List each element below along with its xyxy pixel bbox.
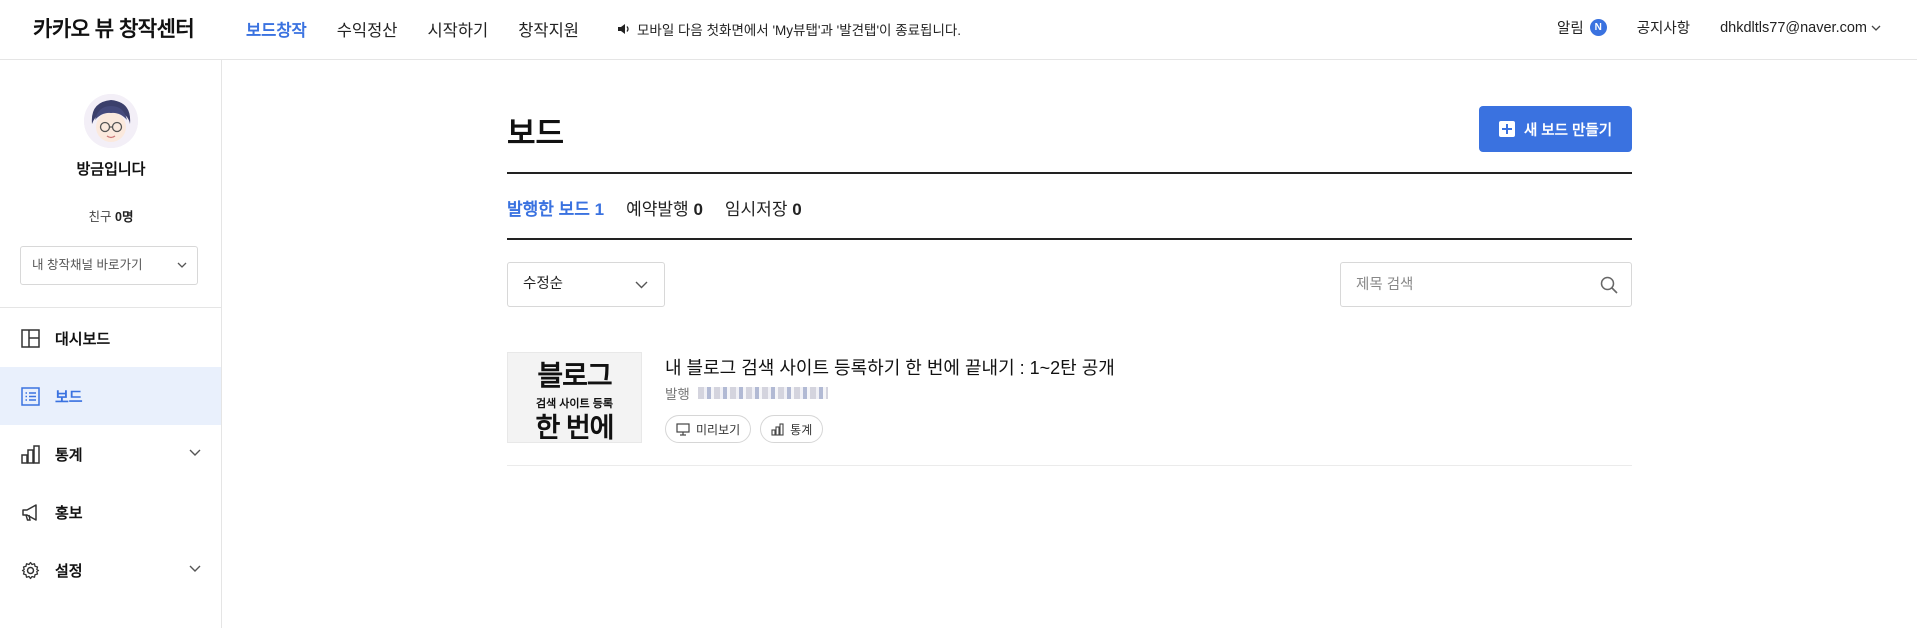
- tab-label: 예약발행: [626, 200, 689, 219]
- board-meta: 발행: [665, 383, 828, 403]
- speaker-icon: [618, 24, 629, 34]
- alarm-button[interactable]: 알림 N: [1557, 17, 1607, 38]
- logo[interactable]: 카카오 뷰 창작센터: [33, 13, 195, 43]
- redacted-date: [697, 387, 828, 399]
- sidebar-item-stats[interactable]: 통계: [0, 425, 221, 483]
- sidebar-item-label: 통계: [55, 446, 83, 464]
- sidebar-item-promotion[interactable]: 홍보: [0, 483, 221, 541]
- plus-square-icon: [1498, 121, 1515, 137]
- preview-button[interactable]: 미리보기: [665, 415, 752, 443]
- stats-button[interactable]: 통계: [760, 415, 824, 443]
- friends-label: 친구: [88, 210, 112, 224]
- search-input[interactable]: [1341, 263, 1581, 306]
- sidebar-item-label: 보드: [55, 388, 83, 406]
- notice-banner[interactable]: 모바일 다음 첫화면에서 'My뷰탭'과 '발견탭'이 종료됩니다.: [617, 19, 961, 39]
- nav-board-create[interactable]: 보드창작: [246, 17, 307, 41]
- sort-select[interactable]: 수정순: [507, 262, 665, 307]
- notice-link[interactable]: 공지사항: [1637, 17, 1690, 38]
- new-board-button[interactable]: 새 보드 만들기: [1479, 106, 1632, 152]
- preview-label: 미리보기: [696, 422, 741, 437]
- nav-revenue[interactable]: 수익정산: [337, 17, 398, 41]
- header-utility: 알림 N 공지사항 dhkdltls77@naver.com: [1557, 17, 1881, 38]
- top-header: 카카오 뷰 창작센터 보드창작 수익정산 시작하기 창작지원 모바일 다음 첫화…: [0, 0, 1917, 60]
- chevron-down-icon: [1871, 25, 1881, 31]
- chevron-down-icon[interactable]: [189, 565, 201, 572]
- sidebar-item-label: 설정: [55, 562, 83, 580]
- sidebar-divider: [0, 307, 221, 308]
- channel-select-label: 내 창작채널 바로가기: [32, 258, 143, 272]
- sidebar-menu: 대시보드 보드 통계 홍보 설정: [0, 309, 221, 599]
- tab-label: 임시저장: [724, 200, 788, 219]
- stats-label: 통계: [790, 422, 813, 437]
- account-email: dhkdltls77@naver.com: [1720, 19, 1867, 36]
- notice-text: 모바일 다음 첫화면에서 'My뷰탭'과 '발견탭'이 종료됩니다.: [637, 23, 962, 38]
- tab-count: 1: [594, 200, 605, 219]
- avatar[interactable]: [84, 94, 138, 148]
- channel-shortcut-select[interactable]: 내 창작채널 바로가기: [20, 246, 198, 285]
- global-nav: 보드창작 수익정산 시작하기 창작지원: [246, 17, 609, 41]
- friends-count: 친구 0명: [0, 206, 222, 225]
- nav-getting-started[interactable]: 시작하기: [427, 17, 488, 41]
- thumb-text: 블로그: [537, 360, 612, 391]
- alarm-label: 알림: [1557, 21, 1584, 37]
- tab-published[interactable]: 발행한 보드 1: [507, 195, 604, 220]
- megaphone-icon: [20, 502, 40, 522]
- gear-icon: [20, 560, 40, 580]
- dashboard-icon: [20, 328, 40, 348]
- board-tabs: 발행한 보드 1 예약발행 0 임시저장 0: [507, 195, 824, 220]
- bar-chart-icon: [771, 422, 784, 436]
- profile-name: 방금입니다: [76, 161, 146, 178]
- chevron-down-icon[interactable]: [189, 449, 201, 456]
- nav-creator-support[interactable]: 창작지원: [518, 17, 579, 41]
- search-icon[interactable]: [1600, 276, 1618, 294]
- chevron-down-icon: [177, 262, 187, 268]
- tab-count: 0: [693, 200, 703, 219]
- account-menu[interactable]: dhkdltls77@naver.com: [1720, 20, 1881, 36]
- divider: [507, 238, 1632, 240]
- board-list-icon: [20, 386, 40, 406]
- new-board-label: 새 보드 만들기: [1523, 122, 1613, 139]
- alarm-new-badge: N: [1589, 19, 1607, 36]
- tab-drafts[interactable]: 임시저장 0: [725, 195, 802, 220]
- friends-value: 0명: [115, 210, 134, 224]
- page-title: 보드: [507, 116, 565, 151]
- chevron-down-icon: [635, 281, 648, 289]
- board-status: 발행: [665, 387, 690, 402]
- board-title[interactable]: 내 블로그 검색 사이트 등록하기 한 번에 끝내기 : 1~2탄 공개: [665, 354, 1115, 380]
- sidebar-item-dashboard[interactable]: 대시보드: [0, 309, 221, 367]
- sidebar: 방금입니다 친구 0명 내 창작채널 바로가기 대시보드 보드 통계 홍보 설정: [0, 60, 222, 628]
- thumb-text: 한 번에: [535, 413, 614, 443]
- sidebar-item-board[interactable]: 보드: [0, 367, 221, 425]
- title-search: [1340, 262, 1632, 307]
- avatar-illustration: [84, 94, 138, 148]
- divider: [507, 172, 1632, 174]
- sidebar-item-label: 홍보: [55, 504, 83, 522]
- thumb-text: 검색 사이트 등록: [536, 398, 613, 410]
- tab-label: 발행한 보드: [507, 200, 590, 219]
- sort-value: 수정순: [523, 276, 564, 292]
- board-row: 블로그 검색 사이트 등록 한 번에 내 블로그 검색 사이트 등록하기 한 번…: [507, 352, 1632, 466]
- board-actions: 미리보기 통계: [665, 415, 832, 443]
- monitor-icon: [676, 422, 690, 436]
- sidebar-item-settings[interactable]: 설정: [0, 541, 221, 599]
- tab-count: 0: [792, 200, 802, 219]
- sidebar-item-label: 대시보드: [55, 330, 111, 348]
- board-thumbnail[interactable]: 블로그 검색 사이트 등록 한 번에: [507, 352, 642, 443]
- bar-chart-icon: [20, 444, 40, 464]
- tab-scheduled[interactable]: 예약발행 0: [626, 195, 703, 220]
